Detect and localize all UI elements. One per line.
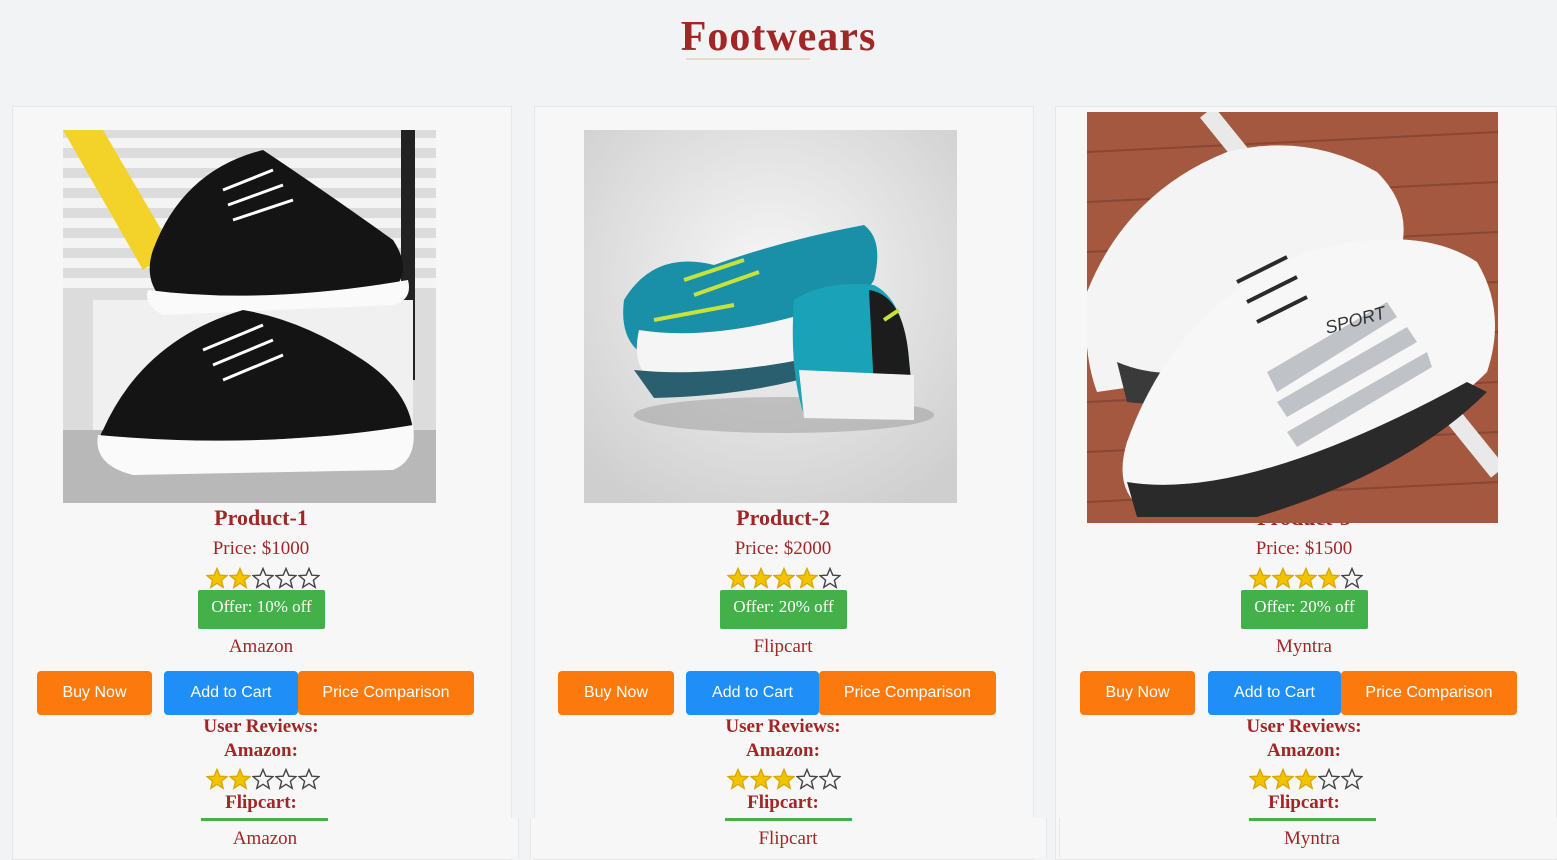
price-comparison-button[interactable]: Price Comparison: [1341, 671, 1517, 715]
add-to-cart-button[interactable]: Add to Cart: [686, 671, 819, 715]
divider-line: [1249, 818, 1376, 821]
title-underline: [686, 58, 810, 60]
star-empty-icon: [1318, 768, 1340, 790]
star-filled-icon: [1295, 768, 1317, 790]
user-reviews-heading: User Reviews:: [1246, 716, 1362, 737]
star-empty-icon: [252, 567, 274, 589]
divider-line: [725, 818, 852, 821]
seller-name: Flipcart: [753, 636, 813, 657]
star-filled-icon: [727, 768, 749, 790]
star-filled-icon: [1272, 768, 1294, 790]
teal-running-shoes-image[interactable]: [584, 130, 957, 503]
star-filled-icon: [773, 567, 795, 589]
star-empty-icon: [1341, 567, 1363, 589]
star-empty-icon: [298, 768, 320, 790]
offer-badge: Offer: 20% off: [1241, 590, 1368, 629]
star-empty-icon: [252, 768, 274, 790]
footer-seller-name: Myntra: [1284, 828, 1340, 849]
star-filled-icon: [1249, 768, 1271, 790]
price-comparison-button[interactable]: Price Comparison: [819, 671, 996, 715]
product-price: Price: $1000: [212, 538, 310, 559]
user-reviews-heading: User Reviews:: [725, 716, 841, 737]
seller-name: Myntra: [1276, 636, 1332, 657]
review-rating-amazon: [727, 768, 841, 790]
star-filled-icon: [750, 567, 772, 589]
divider-line: [201, 818, 328, 821]
star-filled-icon: [1272, 567, 1294, 589]
star-empty-icon: [275, 567, 297, 589]
star-filled-icon: [727, 567, 749, 589]
add-to-cart-button[interactable]: Add to Cart: [164, 671, 298, 715]
star-empty-icon: [796, 768, 818, 790]
product-rating: [206, 567, 320, 589]
price-comparison-button[interactable]: Price Comparison: [298, 671, 474, 715]
seller-name: Amazon: [228, 636, 294, 657]
review-source-amazon: Amazon:: [1267, 740, 1341, 761]
buy-now-button[interactable]: Buy Now: [37, 671, 152, 715]
star-filled-icon: [796, 567, 818, 589]
product-price: Price: $1500: [1255, 538, 1353, 559]
star-filled-icon: [1295, 567, 1317, 589]
add-to-cart-button[interactable]: Add to Cart: [1208, 671, 1341, 715]
product-name: Product-2: [736, 505, 830, 530]
star-filled-icon: [1249, 567, 1271, 589]
product-price: Price: $2000: [734, 538, 832, 559]
offer-badge: Offer: 10% off: [198, 590, 325, 629]
star-filled-icon: [206, 768, 228, 790]
review-source-flipcart: Flipcart:: [747, 792, 819, 813]
white-sport-shoes-image[interactable]: SPORT: [1087, 112, 1498, 523]
footer-seller-name: Flipcart: [758, 828, 818, 849]
star-empty-icon: [298, 567, 320, 589]
review-source-flipcart: Flipcart:: [1268, 792, 1340, 813]
offer-badge: Offer: 20% off: [720, 590, 847, 629]
star-empty-icon: [275, 768, 297, 790]
star-filled-icon: [773, 768, 795, 790]
product-rating: [1249, 567, 1363, 589]
review-rating-amazon: [206, 768, 320, 790]
star-filled-icon: [750, 768, 772, 790]
review-rating-amazon: [1249, 768, 1363, 790]
buy-now-button[interactable]: Buy Now: [1080, 671, 1195, 715]
star-empty-icon: [1341, 768, 1363, 790]
star-empty-icon: [819, 768, 841, 790]
review-source-flipcart: Flipcart:: [225, 792, 297, 813]
star-filled-icon: [229, 768, 251, 790]
star-filled-icon: [206, 567, 228, 589]
page-title: Footwears: [680, 14, 877, 60]
star-filled-icon: [1318, 567, 1340, 589]
product-name: Product-1: [214, 505, 308, 530]
star-filled-icon: [229, 567, 251, 589]
review-source-amazon: Amazon:: [746, 740, 820, 761]
black-sneakers-image[interactable]: [63, 130, 436, 503]
user-reviews-heading: User Reviews:: [203, 716, 319, 737]
star-empty-icon: [819, 567, 841, 589]
buy-now-button[interactable]: Buy Now: [558, 671, 674, 715]
product-rating: [727, 567, 841, 589]
footer-seller-name: Amazon: [232, 828, 298, 849]
review-source-amazon: Amazon:: [224, 740, 298, 761]
